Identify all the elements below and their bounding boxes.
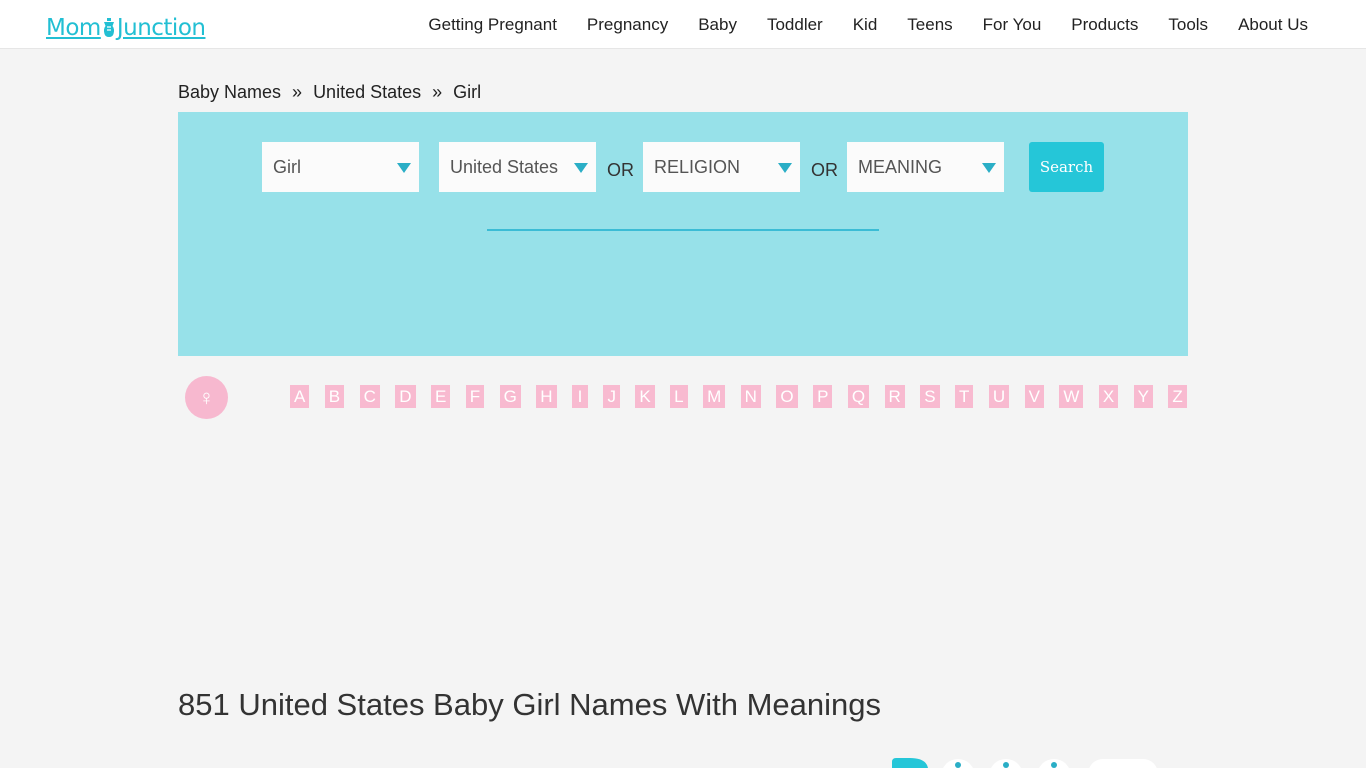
religion-select[interactable]: RELIGION xyxy=(643,142,800,192)
caret-down-icon xyxy=(574,163,588,173)
dot-icon xyxy=(1003,762,1009,768)
nav-getting-pregnant[interactable]: Getting Pregnant xyxy=(428,15,557,35)
main-nav: Getting Pregnant Pregnancy Baby Toddler … xyxy=(398,0,1308,49)
cut-off-round-button[interactable] xyxy=(941,759,975,768)
breadcrumb-united-states[interactable]: United States xyxy=(313,82,421,103)
letter-l[interactable]: L xyxy=(670,385,688,408)
baby-bottle-icon xyxy=(103,18,114,37)
cut-off-pill-button[interactable] xyxy=(1088,759,1158,768)
breadcrumb-girl[interactable]: Girl xyxy=(453,82,481,103)
cut-off-share-icon[interactable] xyxy=(892,758,932,768)
letter-h[interactable]: H xyxy=(536,385,557,408)
breadcrumb: Baby Names » United States » Girl xyxy=(178,82,481,103)
logo-text-junction: Junction xyxy=(116,15,206,41)
letter-n[interactable]: N xyxy=(740,385,761,408)
caret-down-icon xyxy=(397,163,411,173)
breadcrumb-separator: » xyxy=(432,82,443,102)
nav-tools[interactable]: Tools xyxy=(1168,15,1208,35)
nav-toddler[interactable]: Toddler xyxy=(767,15,823,35)
origin-select[interactable]: United States xyxy=(439,142,596,192)
cut-off-round-button[interactable] xyxy=(1037,759,1071,768)
letter-a[interactable]: A xyxy=(290,385,310,408)
breadcrumb-baby-names[interactable]: Baby Names xyxy=(178,82,281,103)
letter-q[interactable]: Q xyxy=(847,385,870,408)
letter-s[interactable]: S xyxy=(920,385,940,408)
letter-z[interactable]: Z xyxy=(1168,385,1187,408)
search-divider xyxy=(487,229,879,231)
gender-select-value: Girl xyxy=(273,156,301,177)
gender-select[interactable]: Girl xyxy=(262,142,419,192)
nav-kid[interactable]: Kid xyxy=(853,15,878,35)
dot-icon xyxy=(1051,762,1057,768)
nav-teens[interactable]: Teens xyxy=(907,15,952,35)
letter-x[interactable]: X xyxy=(1098,385,1119,408)
letter-k[interactable]: K xyxy=(635,385,655,408)
or-label: OR xyxy=(607,160,634,180)
letter-u[interactable]: U xyxy=(988,385,1010,408)
letter-b[interactable]: B xyxy=(324,385,345,408)
nav-products[interactable]: Products xyxy=(1071,15,1138,35)
letter-p[interactable]: P xyxy=(813,385,833,408)
nav-for-you[interactable]: For You xyxy=(983,15,1042,35)
letter-f[interactable]: F xyxy=(465,385,485,408)
letter-m[interactable]: M xyxy=(703,385,726,408)
name-search-panel: Girl United States OR RELIGION OR MEANIN… xyxy=(178,112,1188,356)
momjunction-logo[interactable]: Mom Junction xyxy=(46,13,206,43)
letter-t[interactable]: T xyxy=(955,385,974,408)
female-gender-icon[interactable]: ♀ xyxy=(185,376,228,419)
cut-off-round-button[interactable] xyxy=(989,759,1023,768)
meaning-select-value: MEANING xyxy=(858,156,943,177)
letter-r[interactable]: R xyxy=(884,385,905,408)
nav-about-us[interactable]: About Us xyxy=(1238,15,1308,35)
alphabet-filter: A B C D E F G H I J K L M N O P Q R S T … xyxy=(290,385,1187,408)
letter-j[interactable]: J xyxy=(603,385,620,408)
top-header: Mom Junction Getting Pregnant Pregnancy … xyxy=(0,0,1366,49)
caret-down-icon xyxy=(778,163,792,173)
nav-baby[interactable]: Baby xyxy=(698,15,737,35)
or-label: OR xyxy=(811,160,838,180)
letter-c[interactable]: C xyxy=(359,385,380,408)
letter-v[interactable]: V xyxy=(1024,385,1044,408)
letter-o[interactable]: O xyxy=(776,385,798,408)
search-button[interactable]: Search xyxy=(1029,142,1104,192)
logo-text-mom: Mom xyxy=(46,15,101,41)
letter-g[interactable]: G xyxy=(499,385,521,408)
nav-pregnancy[interactable]: Pregnancy xyxy=(587,15,668,35)
letter-w[interactable]: W xyxy=(1059,385,1084,408)
letter-d[interactable]: D xyxy=(395,385,416,408)
caret-down-icon xyxy=(982,163,996,173)
letter-i[interactable]: I xyxy=(572,385,588,408)
letter-y[interactable]: Y xyxy=(1133,385,1153,408)
dot-icon xyxy=(955,762,961,768)
breadcrumb-separator: » xyxy=(292,82,303,102)
page-title: 851 United States Baby Girl Names With M… xyxy=(178,687,881,722)
origin-select-value: United States xyxy=(450,156,559,177)
letter-e[interactable]: E xyxy=(431,385,451,408)
religion-select-value: RELIGION xyxy=(654,156,741,177)
meaning-select[interactable]: MEANING xyxy=(847,142,1004,192)
